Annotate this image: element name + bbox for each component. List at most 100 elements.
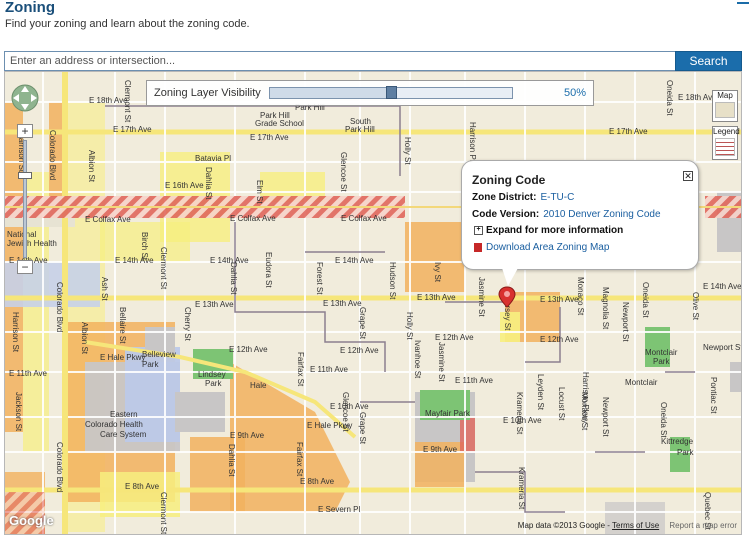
page-title: Zoning [5,0,55,16]
pan-control-icon[interactable] [11,82,39,114]
svg-text:Newport St: Newport St [601,397,610,437]
map-attribution: Map data ©2013 Google - Terms of Use Rep… [517,521,737,530]
svg-text:Elm St: Elm St [255,180,264,204]
svg-text:E 13th Ave: E 13th Ave [323,299,362,308]
svg-text:Jasmine St: Jasmine St [477,277,486,317]
svg-text:Oneida St: Oneida St [641,282,650,318]
svg-text:E 11th Ave: E 11th Ave [9,369,48,378]
svg-text:Holly St: Holly St [403,137,412,165]
svg-text:E 13th Ave: E 13th Ave [540,295,579,304]
svg-text:Ivanhoe St: Ivanhoe St [413,340,422,379]
download-zoning-map-link[interactable]: Download Area Zoning Map [474,242,609,253]
zoning-layer-visibility-control: Zoning Layer Visibility 50% [146,80,594,106]
svg-text:Park Hill: Park Hill [345,125,375,134]
zoom-in-button[interactable]: + [17,124,33,138]
svg-text:Oneida St: Oneida St [665,80,674,116]
svg-text:Montclair: Montclair [625,378,658,387]
map-type-button[interactable]: Map [712,90,738,122]
svg-text:E 8th Ave: E 8th Ave [125,482,160,491]
code-version-row: Code Version: 2010 Denver Zoning Code [472,209,661,220]
svg-text:E 18th Ave: E 18th Ave [89,96,128,105]
search-bar: Search [4,51,742,71]
svg-text:Dahlia St: Dahlia St [227,444,236,477]
svg-text:Care System: Care System [100,430,147,439]
svg-text:E 17th Ave: E 17th Ave [250,133,289,142]
svg-text:E Colfax Ave: E Colfax Ave [341,214,387,223]
zoom-slider-rail[interactable] [23,140,27,258]
location-pin-icon[interactable] [498,286,516,308]
slider-thumb[interactable] [386,86,397,99]
zone-district-label: Zone District: [472,192,537,203]
svg-text:Clermont St: Clermont St [159,492,168,535]
svg-text:Forest St: Forest St [315,262,324,295]
map-thumbnail-icon [715,102,735,118]
svg-text:E 14th Ave: E 14th Ave [335,256,374,265]
zoning-map[interactable]: E 18th Ave E 18th Ave E 17th Ave E 17th … [4,71,742,535]
svg-text:Hale: Hale [250,381,267,390]
svg-text:Lindsey: Lindsey [198,370,226,379]
zoom-slider-knob[interactable] [18,172,32,179]
svg-text:Albion St: Albion St [87,150,96,183]
svg-text:Newport St: Newport St [621,302,630,342]
svg-text:Leyden St: Leyden St [536,374,545,411]
svg-text:Newport St: Newport St [703,343,742,352]
address-search-input[interactable] [5,52,678,70]
svg-text:Locust St: Locust St [557,387,566,421]
page-header: Zoning Find your zoning and learn about … [4,0,749,48]
report-map-error-link[interactable]: Report a map error [669,521,737,530]
svg-text:Colorado Health: Colorado Health [85,420,143,429]
svg-text:Olive St: Olive St [691,292,700,321]
svg-text:Kittredge: Kittredge [661,437,694,446]
svg-text:Montclair: Montclair [645,348,678,357]
svg-text:Bellaire St: Bellaire St [118,307,127,344]
popup-title: Zoning Code [472,173,546,187]
svg-text:Belleview: Belleview [142,350,176,359]
layer-visibility-label: Zoning Layer Visibility [154,87,261,99]
svg-text:Glencoe St: Glencoe St [341,392,350,432]
zoning-info-popup: Zoning Code ✕ Zone District: E-TU-C Code … [461,160,699,270]
zoom-out-button[interactable]: − [17,260,33,274]
popup-pointer [502,268,518,286]
map-canvas: E 18th Ave E 18th Ave E 17th Ave E 17th … [5,72,742,535]
layer-visibility-slider[interactable] [269,86,513,99]
svg-text:E 13th Ave: E 13th Ave [417,293,456,302]
terms-of-use-link[interactable]: Terms of Use [612,521,659,530]
zoom-control: + − [16,124,36,274]
pdf-icon [474,242,482,252]
svg-text:E 12th Ave: E 12th Ave [435,333,474,342]
svg-text:Park: Park [142,360,159,369]
popup-close-icon[interactable]: ✕ [683,171,693,181]
expand-more-info[interactable]: + Expand for more information [474,225,623,236]
slider-fill [270,88,391,98]
svg-text:E 12th Ave: E 12th Ave [340,346,379,355]
search-button[interactable]: Search [675,51,742,71]
svg-text:E Severn Pl: E Severn Pl [318,505,360,514]
svg-text:Krameria St: Krameria St [515,392,524,435]
svg-text:E Hale Pkwy: E Hale Pkwy [100,353,145,362]
google-logo: Google [9,513,54,528]
download-label: Download Area Zoning Map [486,242,610,253]
svg-text:E 11th Ave: E 11th Ave [310,365,349,374]
layer-visibility-value: 50% [563,87,586,99]
svg-text:Oneida St: Oneida St [659,402,668,438]
svg-text:Fairfax St: Fairfax St [296,352,305,387]
svg-text:Colorado Blvd: Colorado Blvd [55,282,64,332]
code-version-link[interactable]: 2010 Denver Zoning Code [543,209,660,220]
svg-text:E Colfax Ave: E Colfax Ave [230,214,276,223]
svg-text:Dahlia St: Dahlia St [229,262,238,295]
svg-text:E 9th Ave: E 9th Ave [423,445,458,454]
svg-text:E 17th Ave: E 17th Ave [609,127,648,136]
legend-label: Legend [713,127,740,136]
svg-text:Park: Park [677,448,694,457]
zone-district-link[interactable]: E-TU-C [540,192,574,203]
code-version-label: Code Version: [472,209,540,220]
svg-text:Ivy St: Ivy St [433,262,442,283]
svg-text:Hudson St: Hudson St [388,262,397,300]
svg-text:Glencoe St: Glencoe St [339,152,348,192]
svg-text:Colorado Blvd: Colorado Blvd [55,442,64,492]
svg-text:Jackson St: Jackson St [14,392,23,432]
legend-button[interactable]: Legend [712,126,740,160]
svg-text:Grape St: Grape St [358,412,367,445]
svg-text:Colorado Blvd: Colorado Blvd [48,130,57,180]
svg-text:E 11th Ave: E 11th Ave [455,376,494,385]
